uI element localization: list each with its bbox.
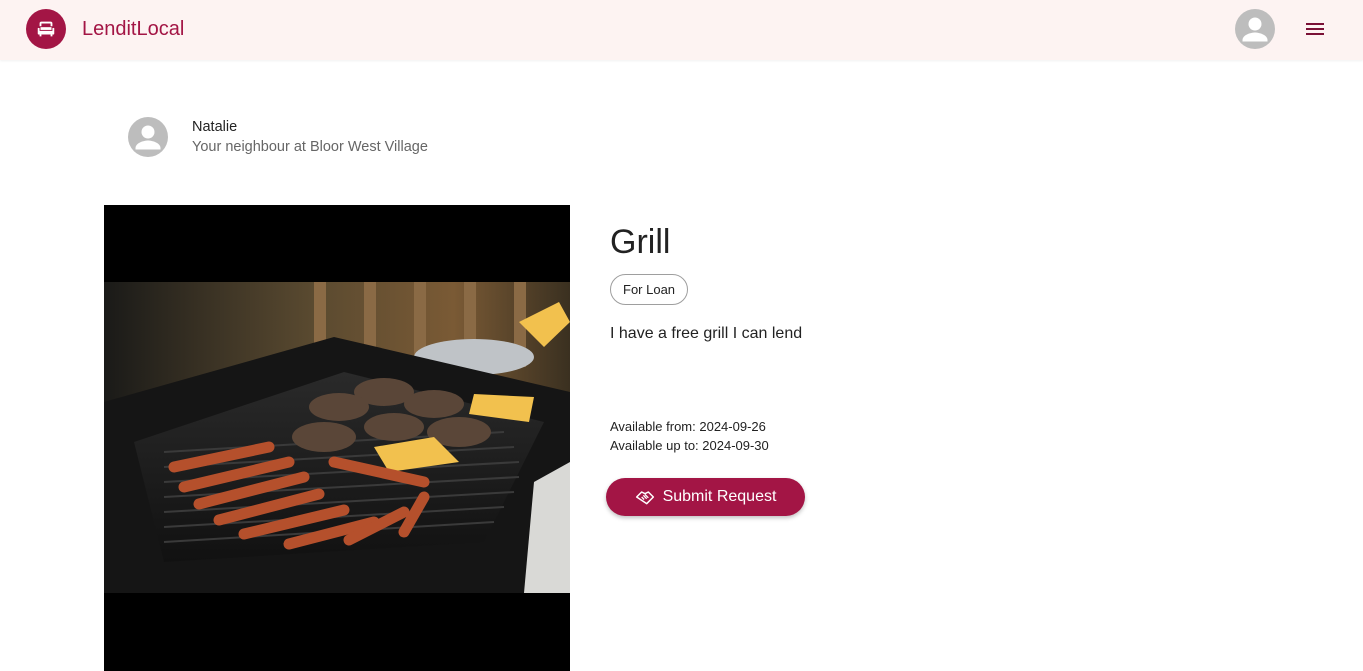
available-from-date: Available from: 2024-09-26 xyxy=(610,419,766,434)
available-to-date: Available up to: 2024-09-30 xyxy=(610,438,769,453)
submit-request-label: Submit Request xyxy=(662,488,777,505)
app-header: LenditLocal xyxy=(0,0,1363,60)
hamburger-menu-icon xyxy=(1306,23,1324,35)
listing-type-badge: For Loan xyxy=(610,274,689,305)
item-photo xyxy=(104,205,570,671)
grill-photo-illustration xyxy=(104,282,570,593)
sofa-icon xyxy=(37,21,55,37)
handshake-icon xyxy=(635,491,654,505)
owner-location: Your neighbour at Bloor West Village xyxy=(192,139,428,155)
app-logo[interactable] xyxy=(26,9,66,49)
submit-request-button[interactable]: Submit Request xyxy=(606,478,805,516)
item-description: I have a free grill I can lend xyxy=(610,325,803,342)
app-title[interactable]: LenditLocal xyxy=(82,16,184,42)
person-icon xyxy=(135,125,161,150)
profile-avatar-button[interactable] xyxy=(1235,9,1275,49)
menu-button[interactable] xyxy=(1300,14,1330,44)
item-title: Grill xyxy=(610,223,671,261)
person-icon xyxy=(1242,17,1268,42)
owner-avatar xyxy=(128,117,168,157)
owner-name: Natalie xyxy=(192,119,238,135)
